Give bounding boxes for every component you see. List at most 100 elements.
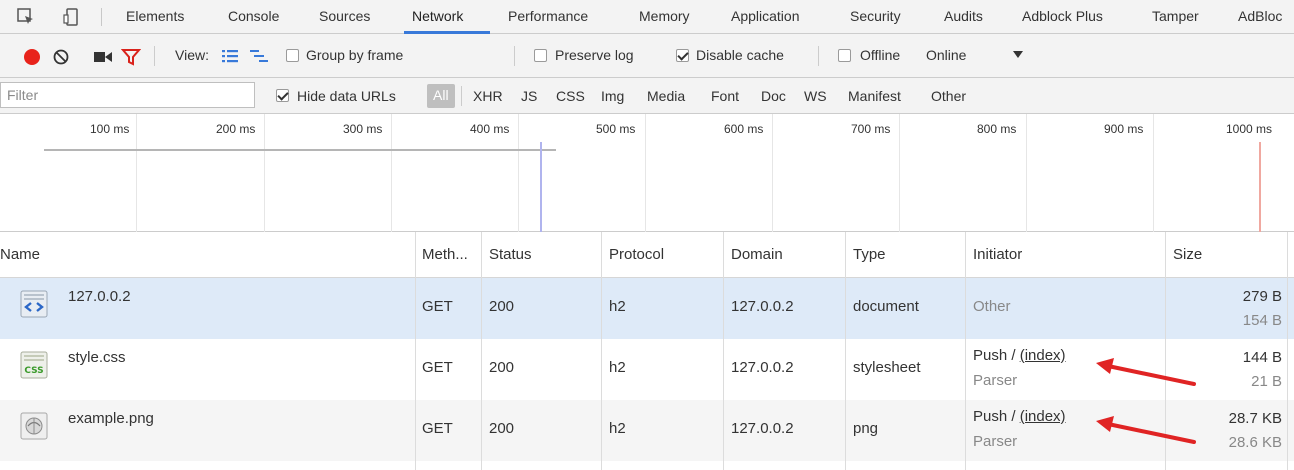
filter-type-media[interactable]: Media: [647, 88, 685, 104]
network-toolbar: View: Group by frame Preserve log Disabl…: [0, 34, 1294, 78]
tick-line: [264, 114, 265, 232]
column-header-name[interactable]: Name: [0, 246, 40, 263]
column-separator[interactable]: [481, 232, 482, 470]
request-type: document: [853, 298, 919, 315]
filter-input[interactable]: [0, 82, 255, 108]
filter-type-css[interactable]: CSS: [556, 88, 585, 104]
column-header-initiator[interactable]: Initiator: [973, 246, 1022, 263]
filter-type-font[interactable]: Font: [711, 88, 739, 104]
request-status: 200: [489, 359, 515, 376]
devtools-tabbar: Elements Console Sources Network Perform…: [0, 0, 1294, 34]
column-header-protocol[interactable]: Protocol: [609, 246, 664, 263]
filter-type-other[interactable]: Other: [931, 88, 966, 104]
tick-line: [518, 114, 519, 232]
tick-line: [136, 114, 137, 232]
column-separator[interactable]: [845, 232, 846, 470]
column-header-type[interactable]: Type: [853, 246, 886, 263]
tab-application[interactable]: Application: [731, 8, 800, 28]
column-separator[interactable]: [723, 232, 724, 470]
tick-line: [645, 114, 646, 232]
tab-security[interactable]: Security: [850, 8, 901, 28]
tick-line: [1026, 114, 1027, 232]
tab-console[interactable]: Console: [228, 8, 279, 28]
throttling-select[interactable]: Online: [926, 47, 966, 63]
tick-line: [772, 114, 773, 232]
tab-network[interactable]: Network: [412, 8, 463, 28]
filter-type-xhr[interactable]: XHR: [473, 88, 503, 104]
large-rows-icon[interactable]: [221, 48, 239, 64]
group-by-frame-checkbox[interactable]: [286, 49, 299, 62]
request-protocol: h2: [609, 359, 626, 376]
dom-content-loaded-marker: [540, 142, 542, 232]
waterfall-bar: [44, 149, 556, 151]
column-separator[interactable]: [415, 232, 416, 470]
column-header-size[interactable]: Size: [1173, 246, 1202, 263]
waterfall-overview-icon[interactable]: [249, 48, 269, 64]
column-header-method[interactable]: Meth...: [422, 246, 468, 263]
toolbar-separator: [514, 46, 515, 66]
initiator-prefix: Push /: [973, 347, 1020, 364]
request-initiator: Push / (index): [973, 408, 1066, 425]
request-initiator-type: Parser: [973, 433, 1018, 450]
timeline-overview[interactable]: 100 ms 200 ms 300 ms 400 ms 500 ms 600 m…: [0, 114, 1294, 232]
tick-label: 100 ms: [90, 122, 130, 136]
hide-data-urls-checkbox[interactable]: [276, 89, 289, 102]
device-toolbar-icon[interactable]: [62, 7, 82, 27]
request-method: GET: [422, 359, 453, 376]
column-header-domain[interactable]: Domain: [731, 246, 783, 263]
tab-performance[interactable]: Performance: [508, 8, 588, 28]
request-domain: 127.0.0.2: [731, 420, 794, 437]
html-document-icon: [20, 290, 48, 318]
tab-adblock-overflow[interactable]: AdBloc: [1238, 8, 1282, 28]
record-icon[interactable]: [22, 47, 42, 67]
initiator-link[interactable]: (index): [1020, 347, 1066, 364]
tab-audits[interactable]: Audits: [944, 8, 983, 28]
offline-checkbox[interactable]: [838, 49, 851, 62]
tab-sources[interactable]: Sources: [319, 8, 370, 28]
column-separator[interactable]: [601, 232, 602, 470]
tab-memory[interactable]: Memory: [639, 8, 690, 28]
tick-label: 400 ms: [470, 122, 510, 136]
clear-icon[interactable]: [51, 47, 71, 67]
tab-tamper[interactable]: Tamper: [1152, 8, 1199, 28]
inspect-element-icon[interactable]: [16, 7, 36, 27]
video-capture-icon[interactable]: [93, 48, 113, 66]
preserve-log-label: Preserve log: [555, 47, 634, 63]
filter-type-js[interactable]: JS: [521, 88, 537, 104]
tab-elements[interactable]: Elements: [126, 8, 184, 28]
request-type: png: [853, 420, 879, 437]
request-size-resource: 21 B: [1251, 373, 1282, 390]
offline-label: Offline: [860, 47, 901, 63]
tick-line: [899, 114, 900, 232]
filter-separator: [461, 86, 462, 106]
chevron-down-icon[interactable]: [1013, 51, 1023, 59]
filter-type-ws[interactable]: WS: [804, 88, 827, 104]
svg-text:CSS: CSS: [24, 366, 43, 376]
tabbar-separator: [101, 8, 102, 26]
filter-type-manifest[interactable]: Manifest: [848, 88, 901, 104]
tab-adblock-plus[interactable]: Adblock Plus: [1022, 8, 1103, 28]
request-size: 279 B: [1242, 288, 1282, 305]
preserve-log-checkbox[interactable]: [534, 49, 547, 62]
image-file-icon: [20, 412, 48, 440]
filter-icon[interactable]: [121, 47, 141, 67]
initiator-link[interactable]: (index): [1020, 408, 1066, 425]
column-separator[interactable]: [1287, 232, 1288, 470]
column-header-status[interactable]: Status: [489, 246, 532, 263]
filter-type-img[interactable]: Img: [601, 88, 624, 104]
hide-data-urls-label: Hide data URLs: [297, 88, 396, 104]
filter-type-all[interactable]: All: [427, 84, 455, 108]
disable-cache-checkbox[interactable]: [676, 49, 689, 62]
request-name: 127.0.0.2: [68, 288, 131, 305]
table-row[interactable]: 127.0.0.2 GET 200 h2 127.0.0.2 document …: [0, 278, 1294, 339]
request-type: stylesheet: [853, 359, 921, 376]
column-separator[interactable]: [965, 232, 966, 470]
tick-label: 600 ms: [724, 122, 764, 136]
tick-label: 800 ms: [977, 122, 1017, 136]
filter-type-doc[interactable]: Doc: [761, 88, 786, 104]
request-name: style.css: [68, 349, 126, 366]
arrow-annotation-icon: [1096, 358, 1196, 386]
request-protocol: h2: [609, 298, 626, 315]
tick-line: [1153, 114, 1154, 232]
request-protocol: h2: [609, 420, 626, 437]
